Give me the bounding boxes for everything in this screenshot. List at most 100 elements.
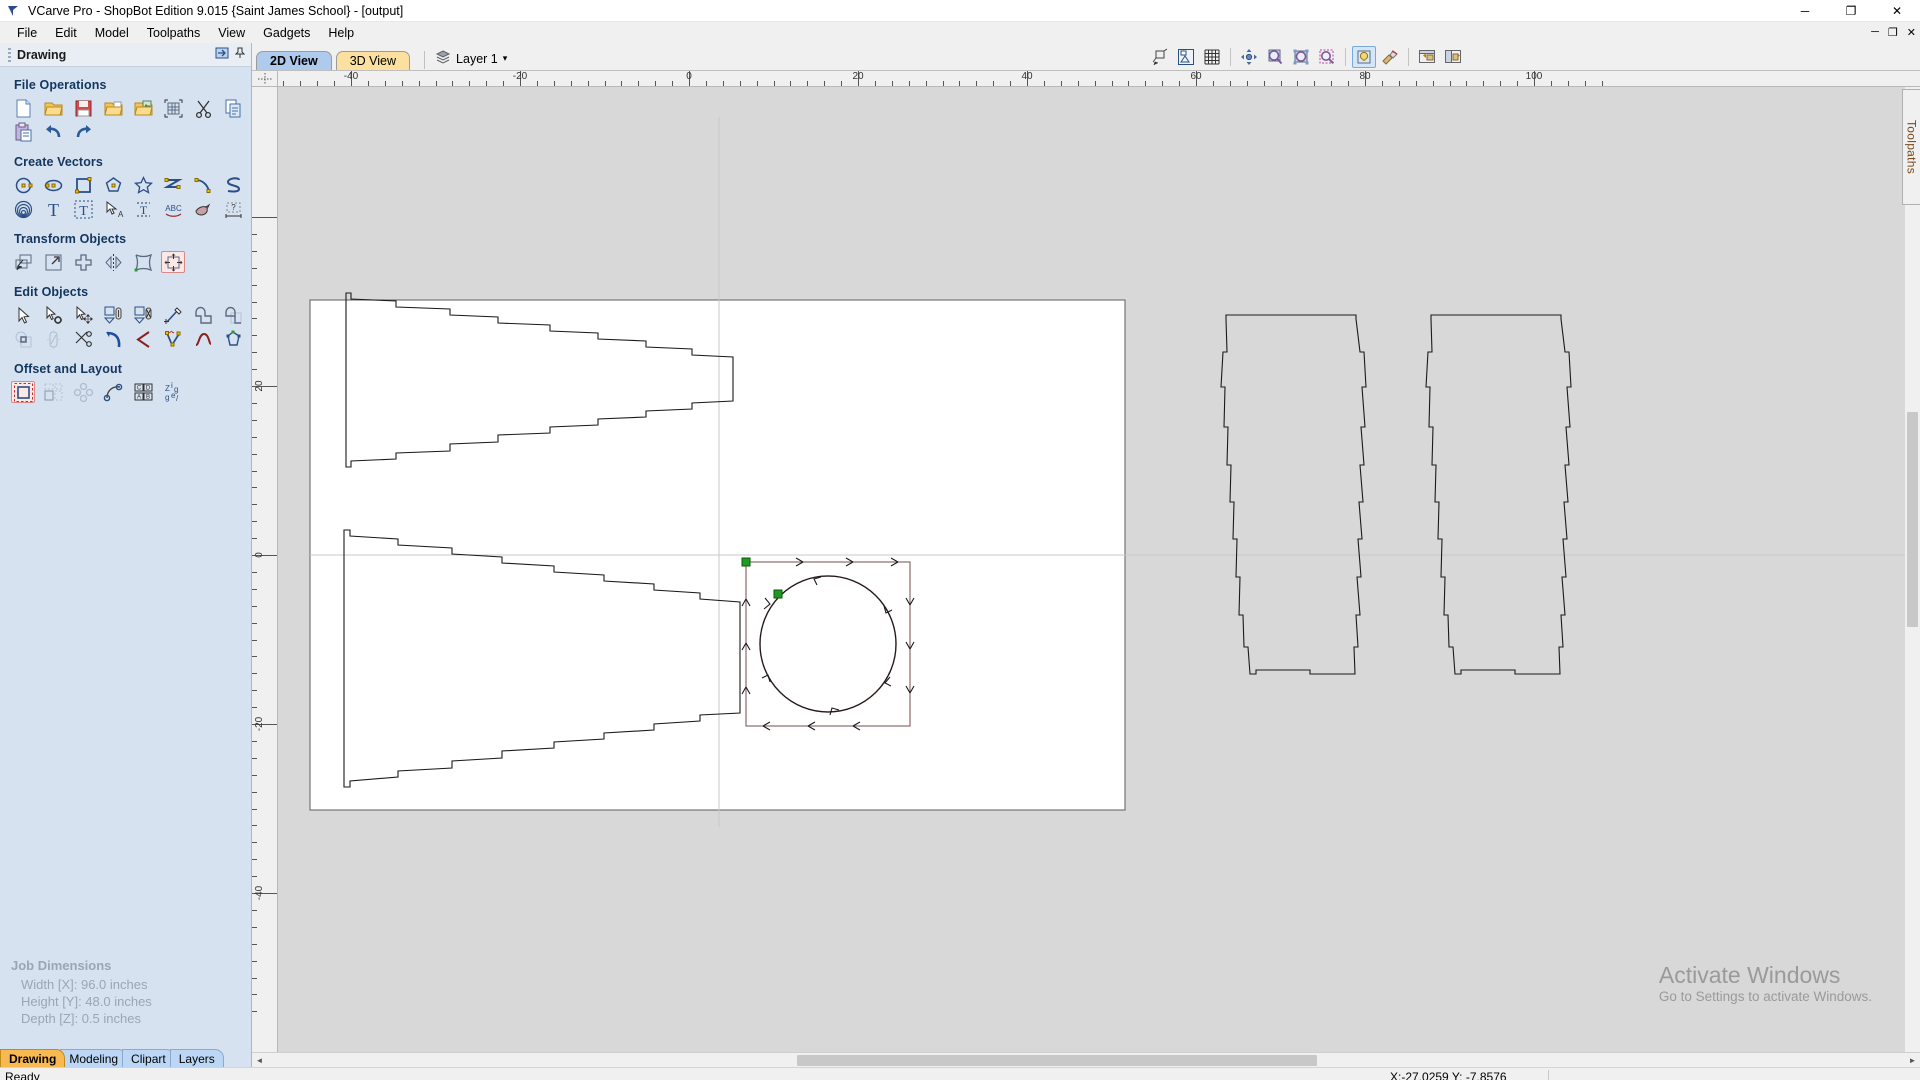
redo-icon[interactable] (71, 121, 95, 143)
fillet-icon[interactable] (41, 328, 65, 350)
maximize-button[interactable]: ❐ (1828, 0, 1874, 22)
horizontal-ruler[interactable]: -40 -20 0 20 40 60 80 100 (278, 71, 1920, 87)
join-vectors-icon[interactable] (101, 328, 125, 350)
paste-icon[interactable] (11, 121, 35, 143)
copy-icon[interactable] (221, 97, 245, 119)
draw-rectangle-icon[interactable] (71, 174, 95, 196)
smooth-curve-icon[interactable] (191, 328, 215, 350)
vector-cup-panel-right[interactable] (1425, 314, 1572, 675)
edit-text-icon[interactable]: AB (101, 198, 125, 220)
zoom-extents-icon[interactable] (1289, 46, 1313, 68)
new-file-icon[interactable] (11, 97, 35, 119)
show-guides-icon[interactable] (1174, 46, 1198, 68)
align-objects-icon[interactable] (161, 251, 185, 273)
menu-model[interactable]: Model (86, 24, 138, 42)
tab-clipart[interactable]: Clipart (122, 1049, 175, 1067)
nest-parts-icon[interactable]: CDAB (131, 381, 155, 403)
menu-gadgets[interactable]: Gadgets (254, 24, 319, 42)
mirror-object-icon[interactable] (101, 251, 125, 273)
tab-drawing[interactable]: Drawing (0, 1049, 66, 1067)
vector-cup-panel-left[interactable] (1220, 314, 1367, 675)
dock-left-icon[interactable] (1415, 46, 1439, 68)
menu-file[interactable]: File (8, 24, 46, 42)
menu-edit[interactable]: Edit (46, 24, 86, 42)
move-nodes-icon[interactable] (71, 304, 95, 326)
vertical-scrollbar-thumb[interactable] (1907, 412, 1918, 627)
layer-selector[interactable]: Layer 1 ▾ (435, 49, 507, 68)
minimize-button[interactable]: ─ (1782, 0, 1828, 22)
draw-circle-icon[interactable] (11, 174, 35, 196)
draw-ellipse-icon[interactable] (41, 174, 65, 196)
weld-vectors-icon[interactable] (191, 304, 215, 326)
copy-along-curve-icon[interactable] (101, 381, 125, 403)
dimension-icon[interactable]: ? (221, 198, 245, 220)
group-objects-icon[interactable] (101, 304, 125, 326)
pin-icon[interactable] (234, 47, 246, 62)
toggle-toolpath-icon[interactable] (1378, 46, 1402, 68)
pan-view-icon[interactable] (1237, 46, 1261, 68)
trim-vectors-icon[interactable] (71, 328, 95, 350)
menu-toolpaths[interactable]: Toolpaths (138, 24, 210, 42)
job-setup-icon[interactable] (161, 97, 185, 119)
draw-star-icon[interactable] (131, 174, 155, 196)
offset-vectors-icon[interactable] (11, 381, 35, 403)
mdi-minimize-button[interactable]: ─ (1871, 26, 1879, 39)
draw-polyline-icon[interactable] (161, 174, 185, 196)
text-on-curve-icon[interactable]: T (131, 198, 155, 220)
trace-bitmap-icon[interactable] (191, 198, 215, 220)
import-bitmap-icon[interactable] (131, 97, 155, 119)
array-copy-icon[interactable] (41, 381, 65, 403)
mdi-restore-button[interactable]: ❐ (1888, 26, 1898, 39)
tab-layers[interactable]: Layers (169, 1049, 224, 1067)
import-vectors-icon[interactable] (101, 97, 125, 119)
create-text-icon[interactable]: T (41, 198, 65, 220)
tab-2d-view[interactable]: 2D View (256, 51, 332, 70)
open-angle-icon[interactable] (131, 328, 155, 350)
undo-icon[interactable] (41, 121, 65, 143)
panel-grip[interactable] (8, 47, 11, 62)
rotate-copy-icon[interactable] (71, 381, 95, 403)
menu-view[interactable]: View (209, 24, 254, 42)
open-file-icon[interactable] (41, 97, 65, 119)
node-edit-icon[interactable] (41, 304, 65, 326)
intersect-vectors-icon[interactable] (11, 328, 35, 350)
vertical-scrollbar[interactable] (1905, 87, 1920, 1052)
ungroup-objects-icon[interactable] (131, 304, 155, 326)
save-file-icon[interactable] (71, 97, 95, 119)
selection-handle-node[interactable] (773, 589, 783, 599)
snap-grid-icon[interactable] (1148, 46, 1172, 68)
measure-icon[interactable] (161, 304, 185, 326)
scroll-left-arrow[interactable]: ◄ (252, 1053, 267, 1068)
toggle-shading-icon[interactable] (1352, 46, 1376, 68)
vertical-ruler[interactable]: 20 0 -20 -40 (252, 87, 278, 1052)
show-grid-icon[interactable] (1200, 46, 1224, 68)
text-along-curve-icon[interactable]: Zi g g e / (161, 381, 185, 403)
toolpaths-panel-tab[interactable]: Toolpaths (1902, 89, 1920, 205)
tab-3d-view[interactable]: 3D View (335, 51, 411, 70)
tab-modeling[interactable]: Modeling (60, 1049, 128, 1067)
rotate-object-icon[interactable] (71, 251, 95, 273)
zoom-in-icon[interactable] (1263, 46, 1287, 68)
dock-right-icon[interactable] (1441, 46, 1465, 68)
cut-icon[interactable] (191, 97, 215, 119)
text-in-box-icon[interactable]: T (71, 198, 95, 220)
fit-curves-icon[interactable] (161, 328, 185, 350)
drawing-canvas[interactable]: Activate Windows Go to Settings to activ… (278, 87, 1920, 1052)
draw-serif-icon[interactable] (221, 174, 245, 196)
horizontal-scrollbar-thumb[interactable] (797, 1054, 1317, 1066)
close-vector-icon[interactable] (221, 328, 245, 350)
distort-object-icon[interactable] (131, 251, 155, 273)
ruler-origin-box[interactable] (252, 71, 278, 87)
close-button[interactable]: ✕ (1874, 0, 1920, 22)
spiral-icon[interactable] (11, 198, 35, 220)
horizontal-scrollbar-track[interactable] (267, 1052, 1905, 1068)
selection-handle-corner[interactable] (741, 557, 751, 567)
draw-polygon-icon[interactable] (101, 174, 125, 196)
scroll-right-arrow[interactable]: ► (1905, 1053, 1920, 1068)
subtract-vectors-icon[interactable] (221, 304, 245, 326)
collapse-panel-icon[interactable] (215, 46, 229, 63)
chevron-down-icon[interactable]: ▾ (503, 53, 508, 64)
auto-text-layout-icon[interactable]: ABC (161, 198, 185, 220)
scale-object-icon[interactable] (41, 251, 65, 273)
mdi-close-button[interactable]: ✕ (1907, 26, 1916, 39)
